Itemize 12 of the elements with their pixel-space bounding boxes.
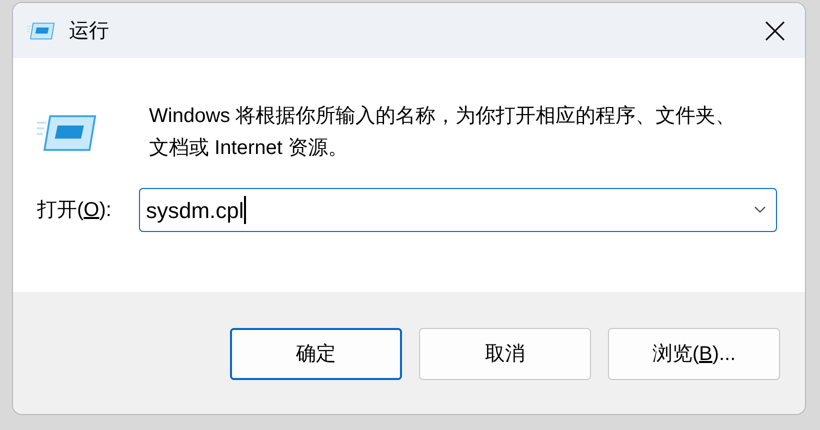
window-title: 运行 [69, 18, 109, 44]
close-icon [765, 20, 785, 40]
run-icon [27, 22, 55, 40]
chevron-down-icon [754, 206, 766, 214]
dialog-button[interactable]: 确定 [230, 328, 402, 380]
dialog-button[interactable]: 浏览(B)... [608, 328, 780, 380]
open-label: 打开(O): [37, 198, 112, 223]
input-value: sysdm.cpl [146, 196, 244, 225]
description-text: Windows 将根据你所输入的名称，为你打开相应的程序、文件夹、文档或 Internet 资源。 [149, 104, 737, 161]
run-icon [37, 114, 97, 152]
open-combobox[interactable]: sysdm.cpl [139, 188, 777, 232]
dialog-button[interactable]: 取消 [419, 328, 591, 380]
